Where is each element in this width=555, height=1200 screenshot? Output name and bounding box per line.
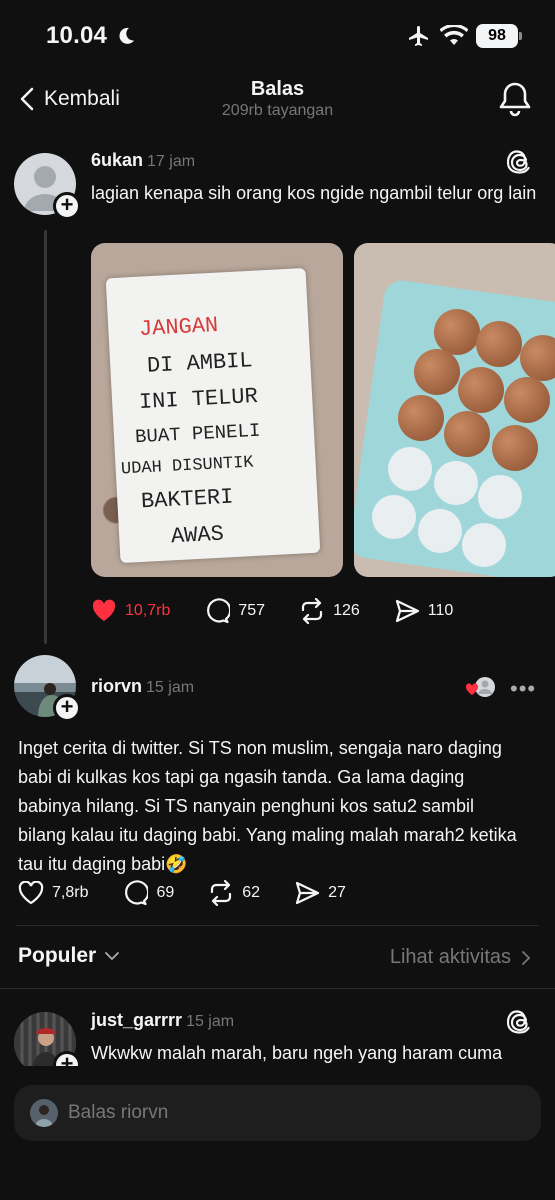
comment-button[interactable]: 69 — [122, 880, 174, 906]
egg — [398, 395, 444, 441]
view-count: 209rb tayangan — [221, 102, 334, 119]
share-count: 110 — [427, 602, 454, 619]
username[interactable]: 6ukan 17 jam — [91, 150, 195, 171]
repost-button[interactable]: 62 — [208, 880, 260, 906]
reply-placeholder: Balas riorvn — [68, 1102, 169, 1123]
repost-count: 62 — [242, 884, 261, 901]
moon-icon — [119, 27, 134, 44]
time-ago: 15 jam — [146, 679, 195, 696]
comment-button[interactable]: 757 — [204, 598, 265, 624]
post-text: Inget cerita di twitter. Si TS non musli… — [18, 738, 517, 874]
repost-count: 126 — [333, 602, 360, 619]
share-button[interactable]: 27 — [294, 880, 346, 906]
airplane-icon — [409, 26, 428, 46]
repost-icon — [211, 880, 232, 906]
divider — [0, 988, 555, 989]
status-bar: 10.04 98 — [0, 0, 555, 74]
chevron-down-icon — [105, 952, 120, 961]
liked-by-author-icon — [466, 677, 495, 697]
egg — [492, 425, 538, 471]
post-image-eggs[interactable] — [354, 243, 555, 577]
heart-outline-icon — [18, 881, 44, 905]
egg — [458, 367, 504, 413]
tray-slot — [418, 509, 462, 553]
note-line: JANGAN — [138, 312, 219, 343]
threads-logo-icon[interactable] — [507, 148, 533, 176]
comment-icon — [125, 880, 149, 906]
threads-logo-icon[interactable] — [507, 1008, 533, 1036]
comment-icon — [207, 598, 231, 624]
like-button[interactable]: 10,7rb — [91, 599, 170, 623]
sort-dropdown[interactable]: Populer — [18, 944, 120, 968]
tray-slot — [372, 495, 416, 539]
repost-icon — [301, 598, 323, 624]
like-count: 10,7rb — [125, 602, 171, 619]
share-count: 27 — [328, 884, 346, 901]
username-text[interactable]: riorvn — [91, 676, 142, 696]
tray-slot — [434, 461, 478, 505]
send-icon — [295, 881, 320, 905]
username[interactable]: just_garrrr 15 jam — [91, 1010, 234, 1031]
username[interactable]: riorvn 15 jam — [91, 676, 194, 697]
egg — [476, 321, 522, 367]
post-actions: 10,7rb 757 126 110 — [91, 598, 487, 624]
follow-plus-button[interactable]: + — [53, 694, 81, 722]
activity-label: Lihat aktivitas — [389, 946, 511, 968]
chevron-right-icon — [522, 950, 531, 965]
post-text: Wkwkw malah marah, baru ngeh yang haram … — [91, 1043, 503, 1063]
reply-input[interactable]: Balas riorvn — [14, 1085, 541, 1141]
share-button[interactable]: 110 — [394, 598, 454, 624]
comment-count: 69 — [156, 884, 175, 901]
divider — [16, 925, 539, 926]
header: Kembali Balas 209rb tayangan — [0, 74, 555, 130]
post-image-note[interactable]: JANGAN DI AMBIL INI TELUR BUAT PENELI UD… — [91, 243, 343, 577]
like-count: 7,8rb — [52, 884, 89, 901]
tray-slot — [478, 475, 522, 519]
username-text[interactable]: 6ukan — [91, 150, 143, 170]
wifi-icon — [440, 25, 468, 45]
status-time: 10.04 — [46, 22, 108, 49]
egg — [434, 309, 480, 355]
view-activity-link[interactable]: Lihat aktivitas — [390, 946, 531, 969]
post-actions: 7,8rb 69 62 27 — [18, 880, 380, 906]
tray-slot — [462, 523, 506, 567]
send-icon — [395, 599, 419, 623]
follow-plus-button[interactable]: + — [53, 192, 81, 220]
heart-filled-icon — [92, 599, 116, 621]
battery-tip — [519, 32, 522, 40]
post-text: lagian kenapa sih orang kos ngide ngambi… — [91, 183, 537, 203]
sort-label: Populer — [18, 944, 97, 967]
comment-count: 757 — [238, 602, 266, 619]
bell-icon[interactable] — [498, 80, 532, 118]
avatar-photo — [35, 1105, 53, 1127]
page-title: Balas — [250, 78, 305, 100]
egg — [414, 349, 460, 395]
battery-indicator: 98 — [476, 24, 518, 48]
more-options-icon[interactable]: ••• — [510, 676, 536, 702]
like-button[interactable]: 7,8rb — [18, 881, 88, 905]
username-text[interactable]: just_garrrr — [91, 1010, 182, 1030]
tray-slot — [388, 447, 432, 491]
time-ago: 17 jam — [147, 153, 196, 170]
note-line: AWAS — [170, 521, 225, 550]
egg — [444, 411, 490, 457]
repost-button[interactable]: 126 — [299, 598, 360, 624]
time-ago: 15 jam — [186, 1013, 235, 1030]
thread-line — [44, 230, 47, 644]
avatar — [30, 1099, 58, 1127]
note-line: BAKTERI — [140, 484, 235, 515]
egg — [504, 377, 550, 423]
